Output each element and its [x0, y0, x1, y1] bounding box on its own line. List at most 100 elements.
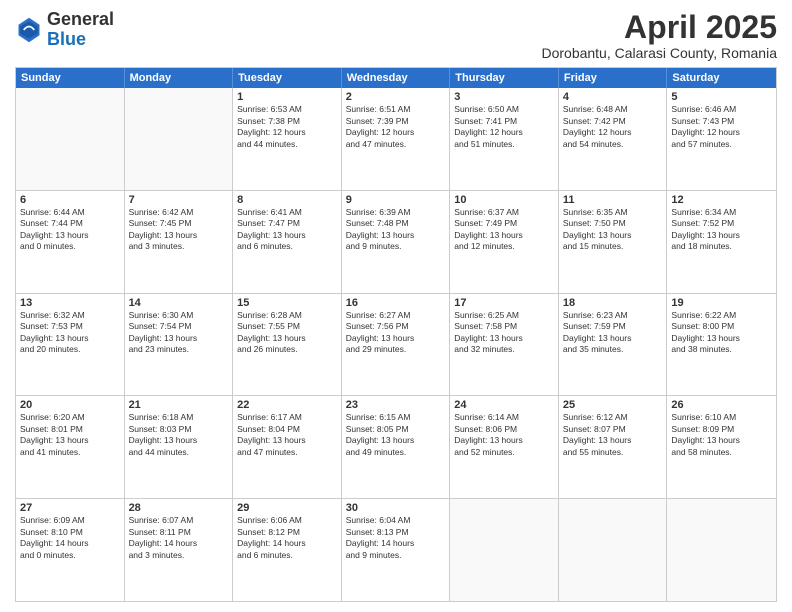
day-cell-11: 11Sunrise: 6:35 AM Sunset: 7:50 PM Dayli…: [559, 191, 668, 293]
day-info: Sunrise: 6:22 AM Sunset: 8:00 PM Dayligh…: [671, 310, 772, 356]
day-number: 3: [454, 91, 554, 103]
day-cell-4: 4Sunrise: 6:48 AM Sunset: 7:42 PM Daylig…: [559, 88, 668, 190]
day-cell-20: 20Sunrise: 6:20 AM Sunset: 8:01 PM Dayli…: [16, 396, 125, 498]
day-cell-13: 13Sunrise: 6:32 AM Sunset: 7:53 PM Dayli…: [16, 294, 125, 396]
day-cell-7: 7Sunrise: 6:42 AM Sunset: 7:45 PM Daylig…: [125, 191, 234, 293]
day-cell-9: 9Sunrise: 6:39 AM Sunset: 7:48 PM Daylig…: [342, 191, 451, 293]
weekday-header-thursday: Thursday: [450, 68, 559, 88]
day-cell-21: 21Sunrise: 6:18 AM Sunset: 8:03 PM Dayli…: [125, 396, 234, 498]
day-cell-22: 22Sunrise: 6:17 AM Sunset: 8:04 PM Dayli…: [233, 396, 342, 498]
day-number: 8: [237, 194, 337, 206]
logo-blue-text: Blue: [47, 29, 86, 49]
day-number: 29: [237, 502, 337, 514]
day-info: Sunrise: 6:46 AM Sunset: 7:43 PM Dayligh…: [671, 104, 772, 150]
day-info: Sunrise: 6:32 AM Sunset: 7:53 PM Dayligh…: [20, 310, 120, 356]
day-number: 21: [129, 399, 229, 411]
day-info: Sunrise: 6:44 AM Sunset: 7:44 PM Dayligh…: [20, 207, 120, 253]
day-number: 16: [346, 297, 446, 309]
day-number: 23: [346, 399, 446, 411]
day-cell-empty-4-4: [450, 499, 559, 601]
day-info: Sunrise: 6:35 AM Sunset: 7:50 PM Dayligh…: [563, 207, 663, 253]
weekday-header-friday: Friday: [559, 68, 668, 88]
calendar: SundayMondayTuesdayWednesdayThursdayFrid…: [15, 67, 777, 602]
day-number: 20: [20, 399, 120, 411]
day-cell-28: 28Sunrise: 6:07 AM Sunset: 8:11 PM Dayli…: [125, 499, 234, 601]
day-cell-26: 26Sunrise: 6:10 AM Sunset: 8:09 PM Dayli…: [667, 396, 776, 498]
day-cell-19: 19Sunrise: 6:22 AM Sunset: 8:00 PM Dayli…: [667, 294, 776, 396]
day-info: Sunrise: 6:48 AM Sunset: 7:42 PM Dayligh…: [563, 104, 663, 150]
day-number: 5: [671, 91, 772, 103]
day-number: 15: [237, 297, 337, 309]
day-info: Sunrise: 6:41 AM Sunset: 7:47 PM Dayligh…: [237, 207, 337, 253]
day-number: 2: [346, 91, 446, 103]
day-cell-12: 12Sunrise: 6:34 AM Sunset: 7:52 PM Dayli…: [667, 191, 776, 293]
day-number: 17: [454, 297, 554, 309]
day-info: Sunrise: 6:39 AM Sunset: 7:48 PM Dayligh…: [346, 207, 446, 253]
day-info: Sunrise: 6:34 AM Sunset: 7:52 PM Dayligh…: [671, 207, 772, 253]
page: General Blue April 2025 Dorobantu, Calar…: [0, 0, 792, 612]
day-cell-18: 18Sunrise: 6:23 AM Sunset: 7:59 PM Dayli…: [559, 294, 668, 396]
header: General Blue April 2025 Dorobantu, Calar…: [15, 10, 777, 61]
day-cell-3: 3Sunrise: 6:50 AM Sunset: 7:41 PM Daylig…: [450, 88, 559, 190]
day-info: Sunrise: 6:07 AM Sunset: 8:11 PM Dayligh…: [129, 515, 229, 561]
day-cell-empty-4-6: [667, 499, 776, 601]
weekday-header-tuesday: Tuesday: [233, 68, 342, 88]
logo-general-text: General: [47, 9, 114, 29]
calendar-row-1: 1Sunrise: 6:53 AM Sunset: 7:38 PM Daylig…: [16, 88, 776, 191]
day-cell-29: 29Sunrise: 6:06 AM Sunset: 8:12 PM Dayli…: [233, 499, 342, 601]
weekday-header-monday: Monday: [125, 68, 234, 88]
day-cell-16: 16Sunrise: 6:27 AM Sunset: 7:56 PM Dayli…: [342, 294, 451, 396]
day-cell-27: 27Sunrise: 6:09 AM Sunset: 8:10 PM Dayli…: [16, 499, 125, 601]
day-info: Sunrise: 6:09 AM Sunset: 8:10 PM Dayligh…: [20, 515, 120, 561]
day-cell-17: 17Sunrise: 6:25 AM Sunset: 7:58 PM Dayli…: [450, 294, 559, 396]
day-info: Sunrise: 6:18 AM Sunset: 8:03 PM Dayligh…: [129, 412, 229, 458]
day-info: Sunrise: 6:25 AM Sunset: 7:58 PM Dayligh…: [454, 310, 554, 356]
day-number: 28: [129, 502, 229, 514]
logo-icon: [15, 16, 43, 44]
day-number: 7: [129, 194, 229, 206]
weekday-header-wednesday: Wednesday: [342, 68, 451, 88]
day-info: Sunrise: 6:04 AM Sunset: 8:13 PM Dayligh…: [346, 515, 446, 561]
day-number: 24: [454, 399, 554, 411]
day-cell-30: 30Sunrise: 6:04 AM Sunset: 8:13 PM Dayli…: [342, 499, 451, 601]
calendar-row-5: 27Sunrise: 6:09 AM Sunset: 8:10 PM Dayli…: [16, 499, 776, 601]
day-info: Sunrise: 6:14 AM Sunset: 8:06 PM Dayligh…: [454, 412, 554, 458]
calendar-header: SundayMondayTuesdayWednesdayThursdayFrid…: [16, 68, 776, 88]
day-cell-24: 24Sunrise: 6:14 AM Sunset: 8:06 PM Dayli…: [450, 396, 559, 498]
day-info: Sunrise: 6:53 AM Sunset: 7:38 PM Dayligh…: [237, 104, 337, 150]
calendar-row-4: 20Sunrise: 6:20 AM Sunset: 8:01 PM Dayli…: [16, 396, 776, 499]
day-info: Sunrise: 6:20 AM Sunset: 8:01 PM Dayligh…: [20, 412, 120, 458]
day-cell-5: 5Sunrise: 6:46 AM Sunset: 7:43 PM Daylig…: [667, 88, 776, 190]
day-cell-empty-4-5: [559, 499, 668, 601]
day-cell-23: 23Sunrise: 6:15 AM Sunset: 8:05 PM Dayli…: [342, 396, 451, 498]
day-number: 22: [237, 399, 337, 411]
day-info: Sunrise: 6:50 AM Sunset: 7:41 PM Dayligh…: [454, 104, 554, 150]
calendar-body: 1Sunrise: 6:53 AM Sunset: 7:38 PM Daylig…: [16, 88, 776, 601]
day-info: Sunrise: 6:23 AM Sunset: 7:59 PM Dayligh…: [563, 310, 663, 356]
weekday-header-saturday: Saturday: [667, 68, 776, 88]
day-number: 27: [20, 502, 120, 514]
day-number: 6: [20, 194, 120, 206]
day-cell-1: 1Sunrise: 6:53 AM Sunset: 7:38 PM Daylig…: [233, 88, 342, 190]
day-number: 10: [454, 194, 554, 206]
logo: General Blue: [15, 10, 114, 50]
day-info: Sunrise: 6:28 AM Sunset: 7:55 PM Dayligh…: [237, 310, 337, 356]
day-cell-15: 15Sunrise: 6:28 AM Sunset: 7:55 PM Dayli…: [233, 294, 342, 396]
day-number: 12: [671, 194, 772, 206]
day-number: 4: [563, 91, 663, 103]
day-info: Sunrise: 6:27 AM Sunset: 7:56 PM Dayligh…: [346, 310, 446, 356]
day-number: 14: [129, 297, 229, 309]
location-title: Dorobantu, Calarasi County, Romania: [541, 45, 777, 61]
calendar-row-2: 6Sunrise: 6:44 AM Sunset: 7:44 PM Daylig…: [16, 191, 776, 294]
title-section: April 2025 Dorobantu, Calarasi County, R…: [541, 10, 777, 61]
day-number: 13: [20, 297, 120, 309]
day-info: Sunrise: 6:42 AM Sunset: 7:45 PM Dayligh…: [129, 207, 229, 253]
day-info: Sunrise: 6:17 AM Sunset: 8:04 PM Dayligh…: [237, 412, 337, 458]
day-info: Sunrise: 6:30 AM Sunset: 7:54 PM Dayligh…: [129, 310, 229, 356]
day-cell-2: 2Sunrise: 6:51 AM Sunset: 7:39 PM Daylig…: [342, 88, 451, 190]
day-number: 25: [563, 399, 663, 411]
weekday-header-sunday: Sunday: [16, 68, 125, 88]
day-cell-empty-0-1: [125, 88, 234, 190]
day-number: 18: [563, 297, 663, 309]
day-cell-10: 10Sunrise: 6:37 AM Sunset: 7:49 PM Dayli…: [450, 191, 559, 293]
